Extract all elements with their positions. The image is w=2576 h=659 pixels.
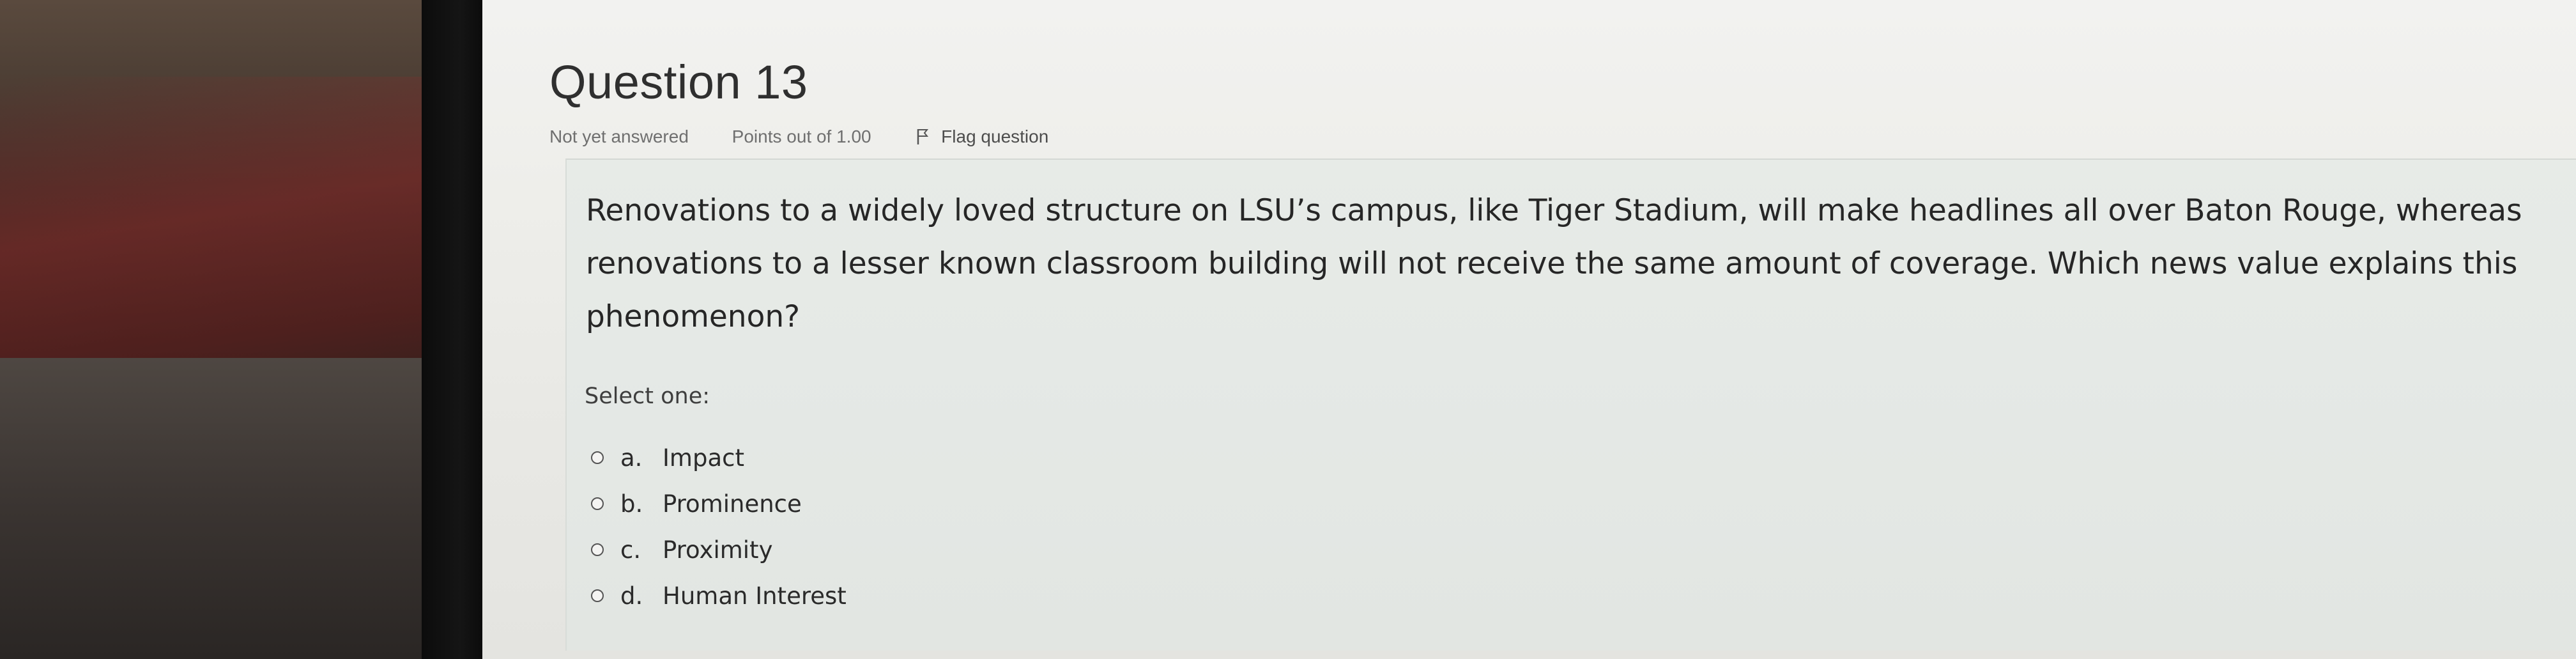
option-letter: b. <box>620 490 643 518</box>
option-label[interactable]: Human Interest <box>663 582 847 610</box>
points-label: Points out of 1.00 <box>732 126 871 146</box>
answer-option-b[interactable]: b. Prominence <box>591 481 847 527</box>
question-title: Question 13 <box>549 56 808 109</box>
question-text: Renovations to a widely loved structure … <box>586 193 2522 334</box>
question-info: Not yet answered Points out of 1.00 Flag… <box>549 125 1048 147</box>
option-letter: d. <box>620 582 643 610</box>
answer-option-c[interactable]: c. Proximity <box>591 527 847 573</box>
option-letter: c. <box>620 536 641 564</box>
screen: Question 13 Not yet answered Points out … <box>482 0 2576 659</box>
radio-button[interactable] <box>591 451 604 464</box>
answer-status: Not yet answered <box>549 126 689 146</box>
monitor-bezel <box>422 0 486 659</box>
option-label[interactable]: Impact <box>663 444 744 472</box>
radio-button[interactable] <box>591 589 604 602</box>
radio-button[interactable] <box>591 497 604 510</box>
select-prompt: Select one: <box>585 384 710 409</box>
flag-icon <box>917 129 929 145</box>
answer-list: a. Impact b. Prominence c. Proximity d. … <box>591 435 847 619</box>
photo-stage: Question 13 Not yet answered Points out … <box>0 0 2576 659</box>
option-label[interactable]: Proximity <box>663 536 772 564</box>
flag-question-label: Flag question <box>941 127 1049 147</box>
desk-surface <box>0 358 447 659</box>
radio-button[interactable] <box>591 543 604 556</box>
question-formulation: Renovations to a widely loved structure … <box>565 159 2576 651</box>
option-letter: a. <box>620 444 643 472</box>
answer-option-a[interactable]: a. Impact <box>591 435 847 481</box>
option-label[interactable]: Prominence <box>663 490 802 518</box>
background-desk <box>0 0 447 659</box>
flag-question-link[interactable]: Flag question <box>916 126 1048 148</box>
answer-option-d[interactable]: d. Human Interest <box>591 573 847 619</box>
